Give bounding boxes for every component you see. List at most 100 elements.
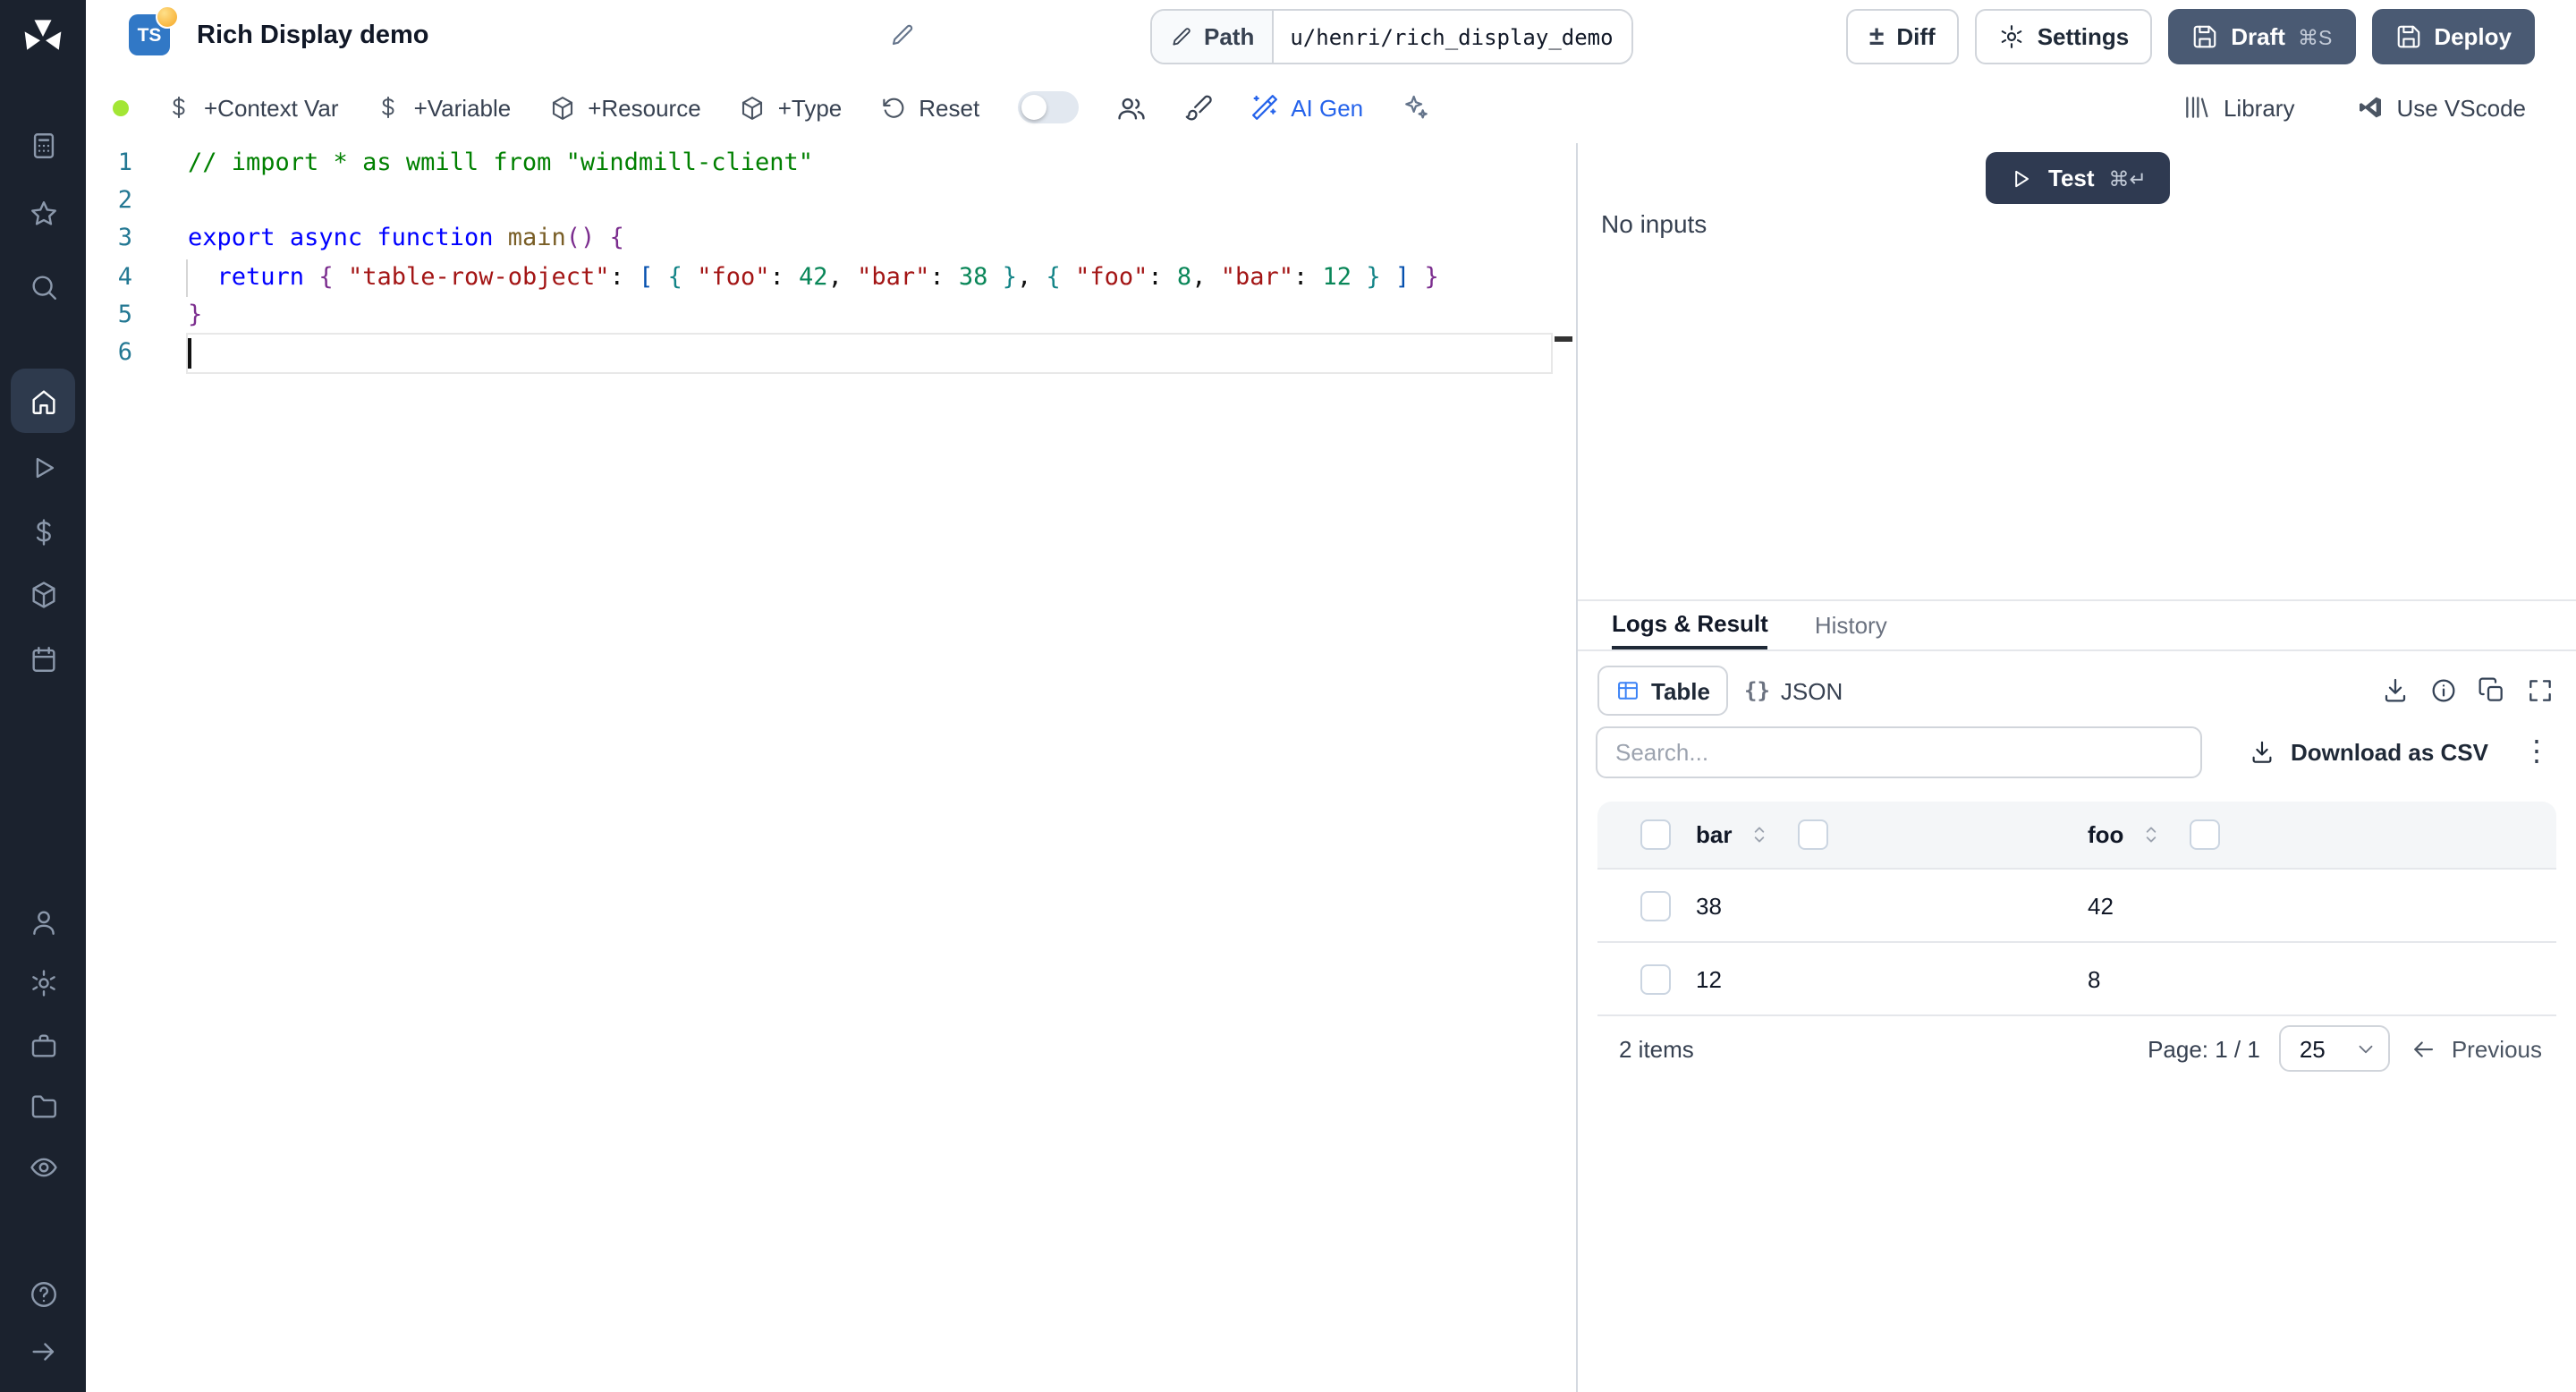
page-size-select[interactable]: 25	[2279, 1025, 2391, 1072]
path-input[interactable]	[1274, 11, 1632, 63]
package-icon	[548, 94, 575, 121]
row-checkbox[interactable]	[1640, 963, 1671, 994]
draft-button[interactable]: Draft ⌘S	[2168, 9, 2356, 64]
code-token: {	[609, 224, 624, 253]
add-variable-button[interactable]: +Variable	[377, 94, 511, 121]
code-line[interactable]: return { "table-row-object": [ { "foo": …	[186, 259, 1551, 297]
settings-button[interactable]: Settings	[1974, 9, 2153, 64]
result-table-footer: 2 items Page: 1 / 1 25 Previous	[1597, 1016, 2556, 1081]
code-token: main	[507, 224, 566, 253]
sidebar-item-search[interactable]	[11, 254, 75, 318]
ai-gen-label: AI Gen	[1291, 94, 1364, 121]
line-number: 3	[117, 224, 132, 253]
copy-result-icon[interactable]	[2478, 676, 2506, 705]
code-line[interactable]: }	[188, 297, 1551, 335]
use-vscode-button[interactable]: Use VScode	[2355, 93, 2526, 122]
code-line[interactable]	[188, 182, 1551, 220]
info-icon[interactable]	[2429, 676, 2458, 705]
library-button[interactable]: Library	[2182, 93, 2294, 122]
code-token: "bar"	[1220, 262, 1293, 292]
result-table: bar foo 38 42 12 8 2 items Page: 1 / 1 2…	[1597, 802, 2556, 1081]
sidebar-item-runs[interactable]	[11, 435, 75, 499]
line-numbers: 1 2 3 4 5 6	[86, 145, 132, 372]
sidebar-item-audit-logs[interactable]	[11, 1134, 75, 1199]
sort-icon[interactable]	[1748, 823, 1771, 846]
arrow-left-icon	[2415, 1040, 2434, 1057]
tab-history[interactable]: History	[1815, 601, 1887, 649]
edit-title-pencil-icon[interactable]	[889, 21, 916, 48]
previous-page-button[interactable]: Previous	[2411, 1035, 2542, 1062]
code-line[interactable]: export async function main() {	[188, 221, 1551, 259]
test-button[interactable]: Test ⌘↵	[1986, 152, 2170, 204]
page-title: Rich Display demo	[197, 21, 429, 50]
code-token: function	[377, 224, 494, 253]
reset-button[interactable]: Reset	[879, 94, 979, 121]
download-csv-button[interactable]: Download as CSV	[2250, 739, 2488, 766]
code-token: :	[769, 262, 800, 292]
results-tabbar: Logs & Result History	[1578, 601, 2576, 651]
ai-gen-button[interactable]: AI Gen	[1250, 93, 1363, 122]
status-dot	[113, 99, 129, 115]
diff-button-label: Diff	[1896, 23, 1936, 50]
sidebar-item-workers[interactable]	[11, 1013, 75, 1077]
code-editor[interactable]: 123456 // import * as wmill from "windmi…	[86, 143, 1576, 1392]
code-line[interactable]	[186, 332, 1553, 375]
code-token: ,	[1017, 262, 1046, 292]
view-json-button[interactable]: {} JSON	[1728, 667, 1859, 714]
search-input[interactable]	[1596, 726, 2202, 778]
column-checkbox-bar[interactable]	[1798, 819, 1829, 850]
code-token: 12	[1322, 262, 1352, 292]
code-token: return	[216, 262, 305, 292]
sidebar-item-help[interactable]	[11, 1261, 75, 1326]
sort-icon[interactable]	[2140, 823, 2163, 846]
more-options-kebab-icon[interactable]: ⋮	[2522, 737, 2551, 767]
add-context-var-button[interactable]: +Context Var	[166, 94, 339, 121]
column-checkbox-foo[interactable]	[2190, 819, 2221, 850]
sidebar-item-favorites[interactable]	[11, 181, 75, 245]
format-brush-icon[interactable]	[1183, 93, 1212, 122]
path-edit-button[interactable]: Path	[1152, 11, 1275, 63]
sidebar-item-settings[interactable]	[11, 950, 75, 1014]
sidebar-item-variables[interactable]	[11, 499, 75, 564]
code-token: {	[667, 262, 682, 292]
sidebar-collapse-arrow-icon[interactable]	[11, 1319, 75, 1383]
sidebar-item-resources[interactable]	[11, 562, 75, 626]
code-line[interactable]: // import * as wmill from "windmill-clie…	[188, 145, 1551, 182]
tab-logs-and-result[interactable]: Logs & Result	[1612, 601, 1768, 649]
table-cell: 12	[1696, 965, 1722, 992]
row-checkbox[interactable]	[1640, 890, 1671, 921]
share-toggle[interactable]	[1017, 91, 1079, 123]
windmill-logo-icon[interactable]	[20, 16, 66, 63]
sidebar-item-schedules[interactable]	[11, 626, 75, 691]
expand-icon[interactable]	[2526, 676, 2555, 705]
code-token: }	[1366, 262, 1381, 292]
users-icon[interactable]	[1115, 92, 1146, 123]
sparkles-icon[interactable]	[1401, 93, 1429, 122]
deploy-button[interactable]: Deploy	[2371, 9, 2535, 64]
sidebar-item-users[interactable]	[11, 889, 75, 954]
sidebar-item-folders[interactable]	[11, 1074, 75, 1138]
diff-button[interactable]: ± Diff	[1845, 9, 1959, 64]
download-result-icon[interactable]	[2381, 676, 2410, 705]
line-number: 2	[117, 186, 132, 216]
view-table-button[interactable]: Table	[1597, 666, 1728, 716]
code-token: ,	[827, 262, 858, 292]
result-table-body: 38 42 12 8	[1597, 870, 2556, 1016]
sidebar-item-home[interactable]	[11, 369, 75, 433]
add-type-button[interactable]: +Type	[739, 94, 842, 121]
select-all-checkbox[interactable]	[1640, 819, 1671, 850]
table-cell: 38	[1696, 892, 1722, 919]
typescript-badge: TS	[129, 5, 179, 55]
vscode-icon	[2355, 93, 2384, 122]
view-toggle-row: Table {} JSON	[1578, 666, 2576, 716]
add-resource-button[interactable]: +Resource	[548, 94, 701, 121]
table-row: 12 8	[1597, 943, 2556, 1016]
sidebar-item-calculator[interactable]	[11, 113, 75, 177]
line-number: 5	[117, 300, 132, 329]
